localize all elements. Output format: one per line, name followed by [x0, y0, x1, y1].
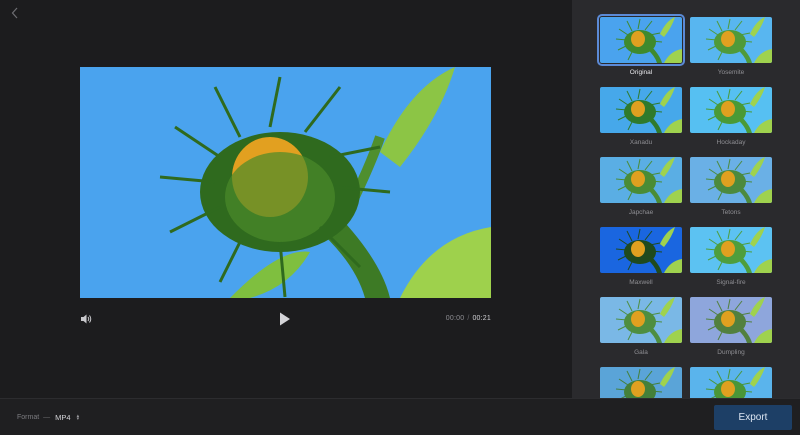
sunflower-thumbnail-image: [600, 157, 682, 203]
filter-label: Signal-fire: [716, 279, 746, 286]
filter-thumbnail: [690, 227, 772, 273]
video-preview[interactable]: [80, 67, 491, 298]
video-editor-window: 00:00/00:21 Original Yosemite Xanadu Hockad…: [0, 0, 800, 435]
filter-thumbnail: [600, 157, 682, 203]
filter-label: Maxwell: [629, 279, 653, 286]
sunflower-thumbnail-image: [690, 227, 772, 273]
play-icon: [280, 312, 290, 326]
filter-panel: Original Yosemite Xanadu Hockaday Japchae Tet…: [572, 0, 800, 398]
sunflower-thumbnail-image: [600, 367, 682, 398]
filter-thumbnail: [600, 297, 682, 343]
sunflower-thumbnail-image: [600, 297, 682, 343]
sunflower-image: [80, 67, 491, 298]
back-button[interactable]: [6, 4, 24, 22]
format-dash: —: [43, 414, 51, 421]
sunflower-thumbnail-image: [600, 87, 682, 133]
current-time: 00:00: [445, 315, 465, 322]
filter-item[interactable]: Maxwell: [600, 227, 682, 297]
sunflower-thumbnail-image: [600, 227, 682, 273]
play-button[interactable]: [279, 312, 293, 328]
filter-thumbnail: [597, 14, 685, 66]
filter-label: Japchae: [628, 209, 654, 216]
filter-thumbnail: [690, 87, 772, 133]
filter-thumbnail: [690, 367, 772, 398]
bottom-bar: Format — MP4 ▴ ▾ Export: [0, 398, 800, 435]
editor-pane: 00:00/00:21: [0, 0, 572, 398]
sunflower-thumbnail-image: [600, 17, 682, 63]
filter-thumbnail: [690, 297, 772, 343]
sunflower-thumbnail-image: [690, 87, 772, 133]
sunflower-thumbnail-image: [690, 157, 772, 203]
chevron-up-down-icon: ▴ ▾: [76, 412, 80, 422]
filter-grid: Original Yosemite Xanadu Hockaday Japchae Tet…: [597, 14, 772, 398]
time-separator: /: [467, 315, 470, 322]
filter-thumbnail: [600, 227, 682, 273]
total-time: 00:21: [472, 315, 491, 322]
export-button[interactable]: Export: [714, 405, 792, 430]
filter-item[interactable]: Japchae: [600, 157, 682, 227]
filter-label: Xanadu: [629, 139, 653, 146]
filter-thumbnail: [690, 17, 772, 63]
filter-thumbnail: [600, 367, 682, 398]
filter-item[interactable]: Hockaday: [690, 87, 772, 157]
sunflower-thumbnail-image: [690, 367, 772, 398]
filter-item[interactable]: [690, 367, 772, 398]
timecode: 00:00/00:21: [446, 315, 491, 322]
volume-button[interactable]: [80, 312, 94, 326]
filter-thumbnail: [600, 87, 682, 133]
filter-item[interactable]: Original: [597, 14, 685, 87]
format-label: Format: [17, 414, 40, 421]
filter-label: Dumpling: [717, 349, 745, 356]
format-selector[interactable]: Format — MP4 ▴ ▾: [17, 413, 79, 422]
volume-icon: [81, 314, 92, 324]
filter-label: Gala: [634, 349, 648, 356]
filter-label: Original: [629, 69, 653, 76]
filter-thumbnail: [690, 157, 772, 203]
filter-item[interactable]: Gala: [600, 297, 682, 367]
playback-controls: 00:00/00:21: [80, 310, 491, 330]
sunflower-thumbnail-image: [690, 17, 772, 63]
filter-label: Hockaday: [716, 139, 746, 146]
filter-item[interactable]: Xanadu: [600, 87, 682, 157]
format-value: MP4: [55, 413, 71, 422]
filter-item[interactable]: [600, 367, 682, 398]
filter-item[interactable]: Signal-fire: [690, 227, 772, 297]
filter-label: Yosemite: [717, 69, 745, 76]
filter-label: Tetons: [721, 209, 741, 216]
filter-item[interactable]: Yosemite: [690, 17, 772, 87]
sunflower-thumbnail-image: [690, 297, 772, 343]
chevron-left-icon: [11, 7, 18, 19]
filter-item[interactable]: Tetons: [690, 157, 772, 227]
filter-item[interactable]: Dumpling: [690, 297, 772, 367]
